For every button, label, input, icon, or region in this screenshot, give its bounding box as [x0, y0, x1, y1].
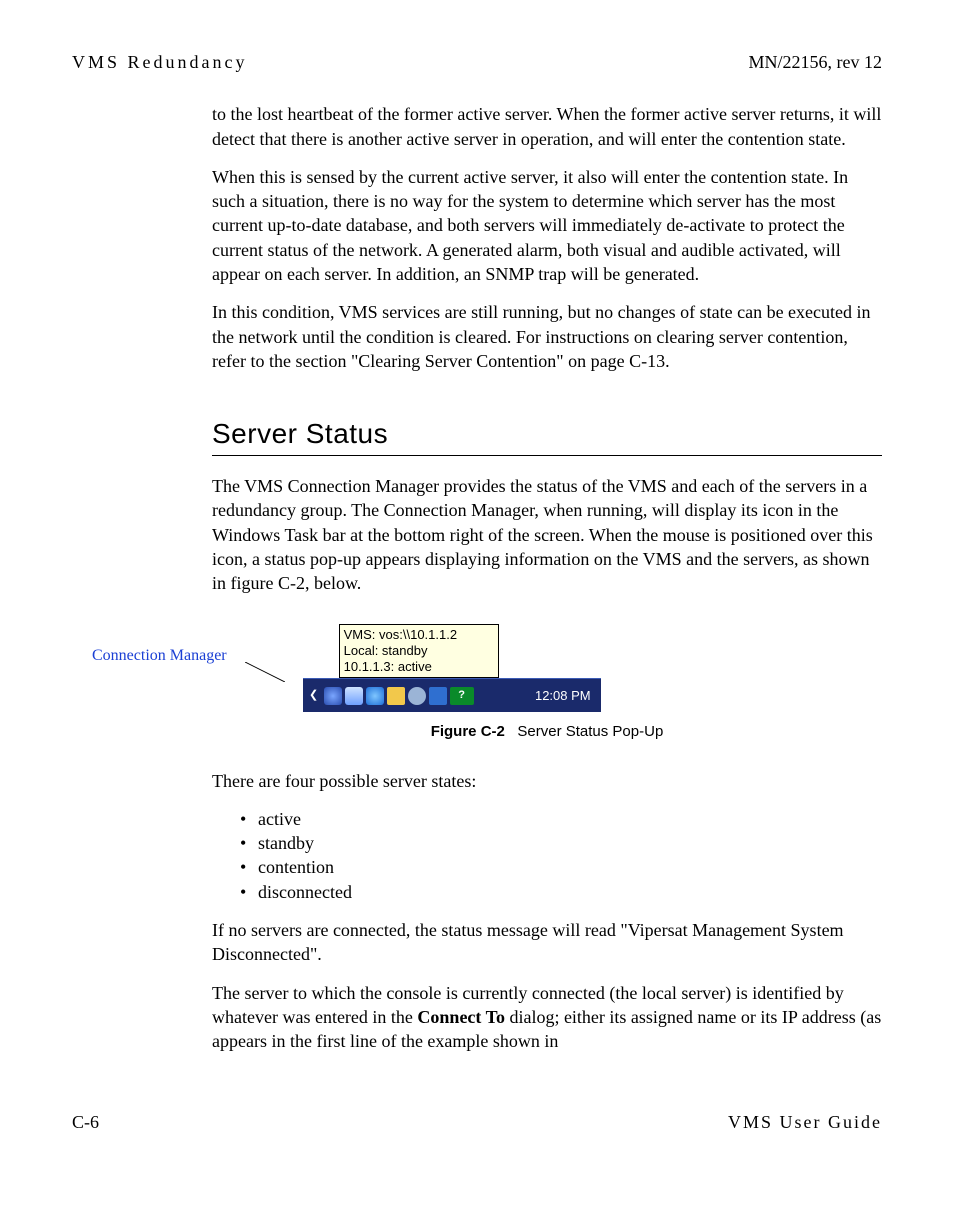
connection-manager-tray-icon: ? [450, 687, 474, 705]
list-item: disconnected [240, 880, 882, 904]
figure: Connection Manager VMS: vos:\\10.1.1.2 L… [212, 624, 882, 713]
tray-expand-icon: ❮ [307, 689, 321, 703]
paragraph: to the lost heartbeat of the former acti… [212, 102, 882, 151]
page-number: C-6 [72, 1110, 99, 1134]
callout-arrow-icon [245, 662, 285, 682]
paragraph: The VMS Connection Manager provides the … [212, 474, 882, 595]
bold-text: Connect To [417, 1007, 505, 1027]
taskbar-clock: 12:08 PM [535, 687, 597, 705]
tray-icon [366, 687, 384, 705]
paragraph: The server to which the console is curre… [212, 981, 882, 1054]
paragraph: If no servers are connected, the status … [212, 918, 882, 967]
section-heading: Server Status [212, 415, 882, 456]
tray-icon [408, 687, 426, 705]
windows-taskbar: ❮ ? 12:08 PM [303, 678, 601, 712]
list-item: standby [240, 831, 882, 855]
figure-number: Figure C-2 [431, 723, 505, 740]
list-item: contention [240, 855, 882, 879]
callout-label: Connection Manager [92, 645, 227, 667]
tray-icon [387, 687, 405, 705]
status-tooltip: VMS: vos:\\10.1.1.2 Local: standby 10.1.… [339, 624, 499, 679]
taskbar-screenshot: VMS: vos:\\10.1.1.2 Local: standby 10.1.… [303, 624, 601, 713]
list-item: active [240, 807, 882, 831]
header-left: VMS Redundancy [72, 50, 248, 74]
figure-caption: Figure C-2 Server Status Pop-Up [212, 722, 882, 742]
tooltip-line: Local: standby [344, 643, 494, 659]
body-content: to the lost heartbeat of the former acti… [212, 102, 882, 1053]
page-footer: C-6 VMS User Guide [72, 1110, 882, 1134]
server-states-list: active standby contention disconnected [240, 807, 882, 904]
footer-title: VMS User Guide [728, 1110, 882, 1134]
tray-icon [429, 687, 447, 705]
tooltip-line: VMS: vos:\\10.1.1.2 [344, 627, 494, 643]
tooltip-line: 10.1.1.3: active [344, 659, 494, 675]
paragraph: When this is sensed by the current activ… [212, 165, 882, 286]
header-right: MN/22156, rev 12 [749, 50, 883, 74]
tray-icon [345, 687, 363, 705]
paragraph: There are four possible server states: [212, 769, 882, 793]
figure-title: Server Status Pop-Up [517, 723, 663, 740]
paragraph: In this condition, VMS services are stil… [212, 300, 882, 373]
tray-icon [324, 687, 342, 705]
page-header: VMS Redundancy MN/22156, rev 12 [72, 50, 882, 74]
